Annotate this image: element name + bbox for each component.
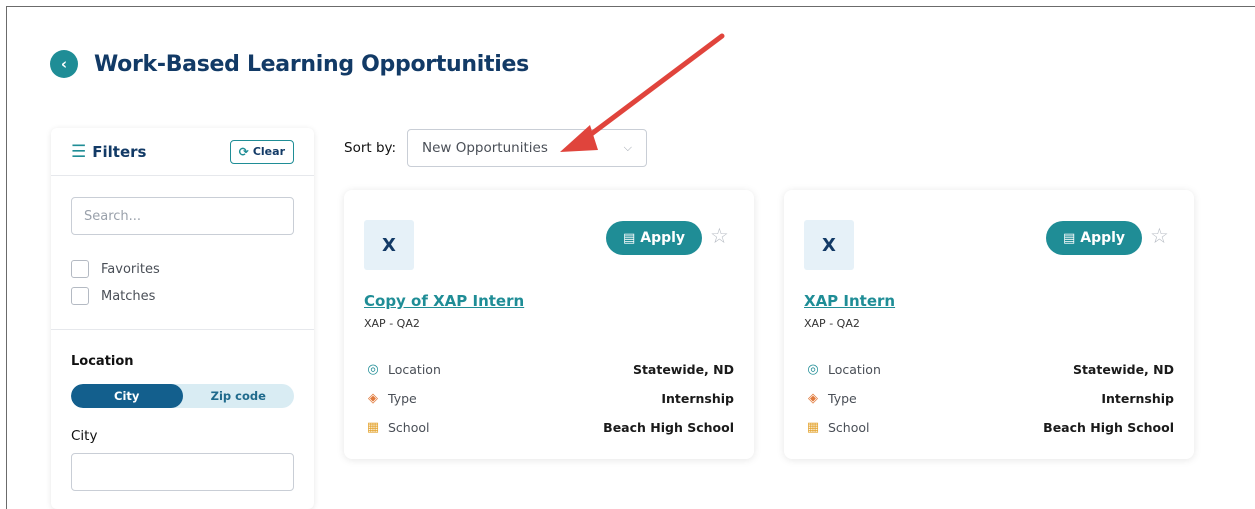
company-logo: X: [804, 220, 854, 270]
detail-school: ▦ School Beach High School: [804, 420, 1174, 435]
city-input[interactable]: [71, 453, 294, 491]
detail-type: ◈ Type Internship: [804, 391, 1174, 406]
filters-header: ☰ Filters ⟳ Clear: [51, 128, 314, 176]
detail-label: School: [828, 420, 870, 435]
detail-value: Internship: [661, 391, 734, 406]
layers-icon: ◈: [368, 391, 378, 406]
filters-panel: ☰ Filters ⟳ Clear Favorites Matches Loca…: [51, 128, 314, 509]
clear-filters-button[interactable]: ⟳ Clear: [229, 139, 294, 164]
detail-value: Beach High School: [603, 420, 734, 435]
document-icon: ▤: [1062, 230, 1076, 246]
apply-button[interactable]: ▤ Apply: [606, 221, 702, 255]
location-label: Location: [71, 354, 134, 369]
page-title: Work-Based Learning Opportunities: [94, 51, 529, 77]
chevron-left-icon: ‹: [60, 55, 68, 73]
detail-label: Type: [388, 391, 417, 406]
favorites-checkbox-row[interactable]: Favorites: [71, 260, 160, 278]
favorite-star-icon[interactable]: ☆: [1150, 224, 1169, 248]
matches-checkbox[interactable]: [71, 287, 89, 305]
detail-location: ◎ Location Statewide, ND: [364, 362, 734, 377]
detail-value: Internship: [1101, 391, 1174, 406]
detail-value: Statewide, ND: [632, 362, 734, 377]
location-pin-icon: ◎: [807, 362, 819, 377]
favorites-checkbox[interactable]: [71, 260, 89, 278]
detail-value: Beach High School: [1043, 420, 1174, 435]
filters-title: ☰ Filters: [71, 142, 146, 162]
clear-label: Clear: [252, 145, 285, 158]
job-title-link[interactable]: XAP Intern: [804, 292, 895, 310]
sort-select[interactable]: New Opportunities ⌵: [407, 129, 647, 167]
toggle-zip-code[interactable]: Zip code: [183, 384, 295, 408]
job-subtitle: XAP - QA2: [804, 317, 860, 330]
apply-label: Apply: [1080, 230, 1126, 246]
toggle-city[interactable]: City: [71, 384, 183, 408]
school-icon: ▦: [806, 420, 820, 435]
job-subtitle: XAP - QA2: [364, 317, 420, 330]
filters-divider: [51, 329, 314, 330]
filters-title-label: Filters: [92, 142, 147, 161]
matches-label: Matches: [101, 288, 156, 304]
sort-selected-value: New Opportunities: [422, 140, 548, 156]
page-header: ‹ Work-Based Learning Opportunities: [50, 50, 529, 78]
detail-school: ▦ School Beach High School: [364, 420, 734, 435]
job-title-link[interactable]: Copy of XAP Intern: [364, 292, 524, 310]
apply-button[interactable]: ▤ Apply: [1046, 221, 1142, 255]
refresh-icon: ⟳: [238, 144, 249, 159]
sliders-icon: ☰: [71, 141, 87, 162]
favorite-star-icon[interactable]: ☆: [710, 224, 729, 248]
back-button[interactable]: ‹: [50, 50, 78, 78]
matches-checkbox-row[interactable]: Matches: [71, 287, 155, 305]
sort-label: Sort by:: [344, 140, 397, 156]
document-icon: ▤: [622, 230, 636, 246]
chevron-down-icon: ⌵: [623, 141, 632, 154]
detail-type: ◈ Type Internship: [364, 391, 734, 406]
detail-location: ◎ Location Statewide, ND: [804, 362, 1174, 377]
city-label: City: [71, 428, 98, 444]
favorites-label: Favorites: [101, 261, 160, 277]
detail-label: Type: [828, 391, 857, 406]
detail-label: Location: [388, 362, 441, 377]
apply-label: Apply: [640, 230, 686, 246]
opportunity-card: X ▤ Apply ☆ XAP Intern XAP - QA2 ◎ Locat…: [784, 190, 1194, 459]
layers-icon: ◈: [808, 391, 818, 406]
school-icon: ▦: [366, 420, 380, 435]
opportunity-card: X ▤ Apply ☆ Copy of XAP Intern XAP - QA2…: [344, 190, 754, 459]
detail-value: Statewide, ND: [1072, 362, 1174, 377]
location-toggle: City Zip code: [71, 384, 294, 408]
company-logo: X: [364, 220, 414, 270]
location-pin-icon: ◎: [367, 362, 379, 377]
detail-label: Location: [828, 362, 881, 377]
search-input[interactable]: [71, 197, 294, 235]
detail-label: School: [388, 420, 430, 435]
